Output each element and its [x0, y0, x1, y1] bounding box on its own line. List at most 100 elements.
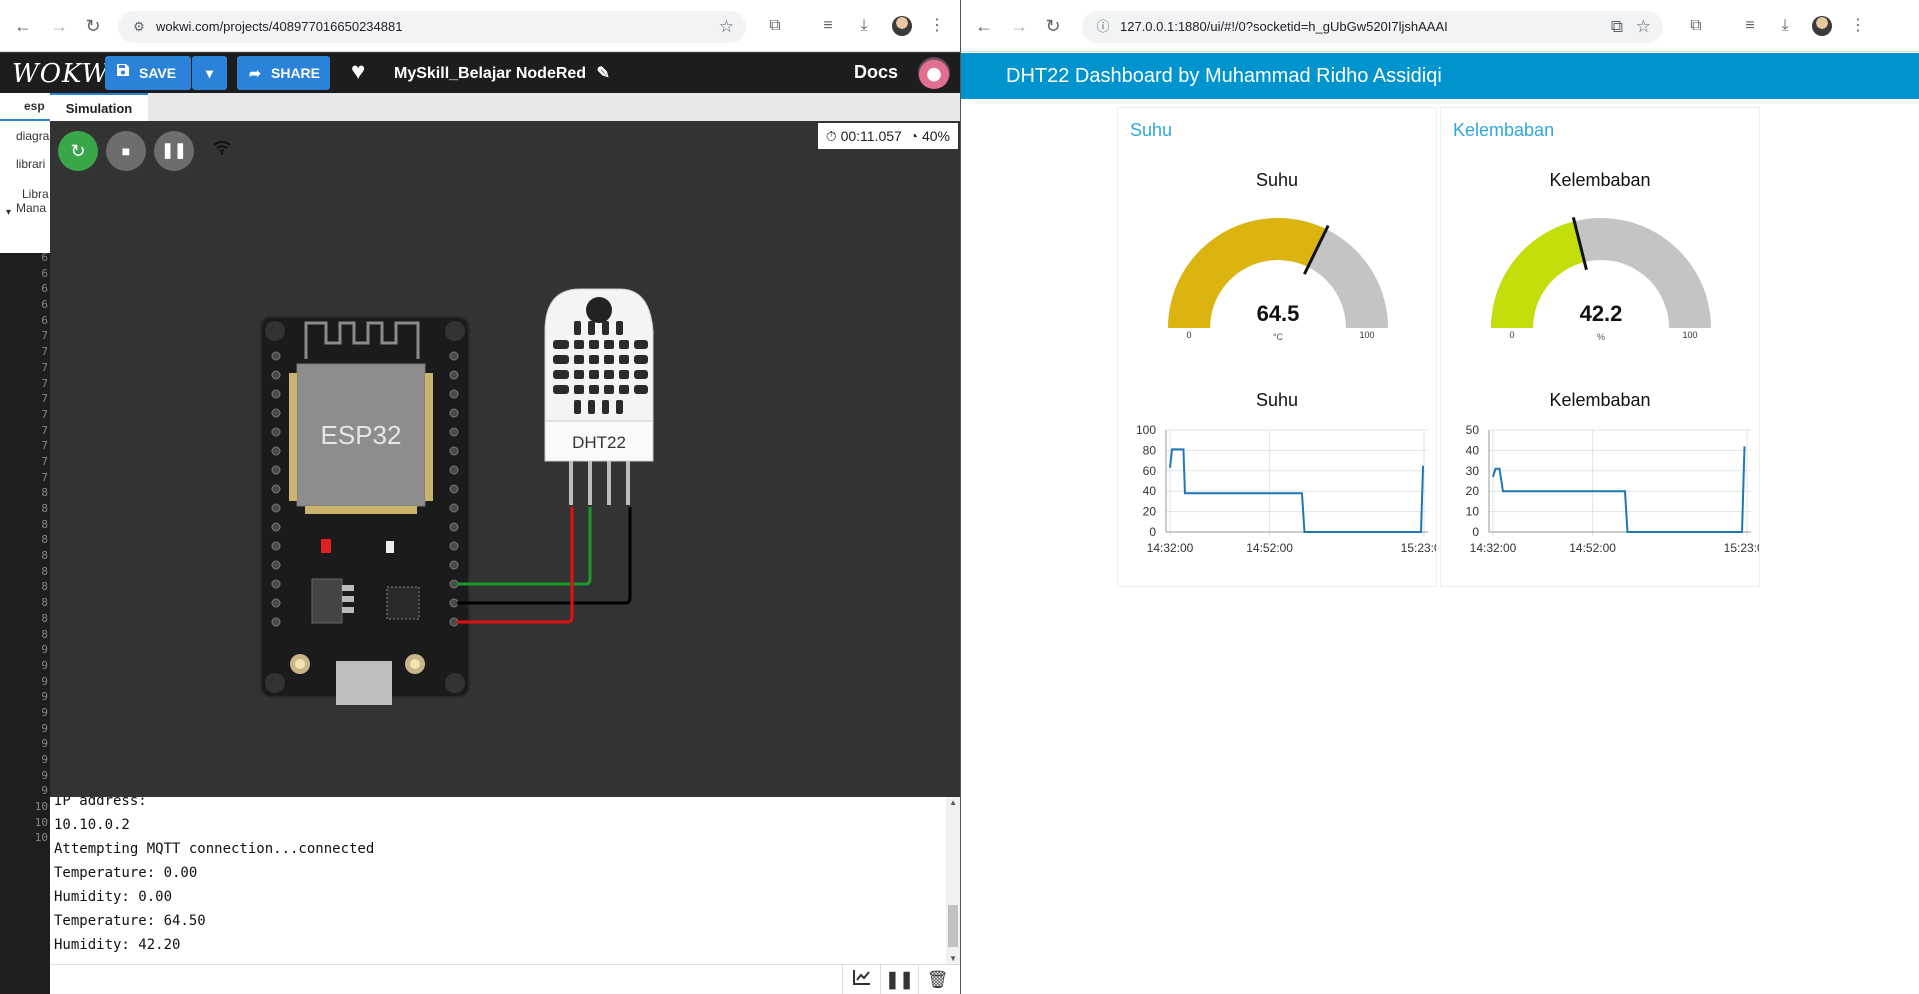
gauge-min-label: 0	[1186, 330, 1191, 340]
line-number: 8	[41, 486, 48, 500]
serial-scrollbar[interactable]: ▲ ▼	[946, 797, 960, 964]
line-number: 9	[41, 753, 48, 766]
chart-suhu: 0 20 40 60 80 100 14:32:00 14:52:00 15:23:00	[1136, 423, 1436, 555]
serial-scrollbar-thumb[interactable]	[948, 905, 958, 947]
line-number: 8	[41, 564, 48, 578]
gauge-kelembaban: 42.2% 0 100	[1491, 217, 1711, 342]
dashboard-browser-window: ← → ↻ ⓘ 127.0.0.1:1880/ui/#!/0?socketid=…	[961, 0, 1919, 994]
chart-series-line	[1169, 448, 1425, 533]
library-manager-label-1[interactable]: Libra	[0, 187, 50, 201]
like-heart-icon[interactable]: ♥	[351, 58, 365, 86]
bookmark-star-icon[interactable]: ☆	[1636, 17, 1651, 37]
chart-ytick-label: 40	[1466, 443, 1480, 457]
line-number: 6	[41, 298, 48, 312]
serial-line: Temperature: 0.00	[54, 865, 198, 881]
site-info-icon[interactable]: ⓘ	[1094, 18, 1112, 36]
reload-icon[interactable]: ↻	[80, 13, 106, 39]
file-tab-diagram[interactable]: diagra	[0, 129, 50, 143]
forward-icon[interactable]: →	[1006, 13, 1032, 39]
chart-ytick-label: 60	[1143, 464, 1157, 478]
chart-title: Suhu	[1255, 390, 1299, 410]
media-control-icon[interactable]: ≡	[816, 14, 840, 38]
wires[interactable]	[457, 507, 632, 624]
dashboard-title: DHT22 Dashboard by Muhammad Ridho Assidi…	[1006, 65, 1442, 87]
user-avatar[interactable]	[918, 57, 950, 89]
profile-avatar[interactable]	[892, 16, 912, 36]
back-icon[interactable]: ←	[971, 13, 997, 39]
save-dropdown-button[interactable]: ▾	[192, 56, 227, 90]
address-bar[interactable]: ⚙ wokwi.com/projects/408977016650234881 …	[118, 11, 746, 43]
line-number: 8	[41, 580, 48, 594]
line-number: 8	[41, 533, 48, 547]
reload-icon[interactable]: ↻	[1040, 13, 1066, 39]
scroll-down-arrow-icon[interactable]: ▼	[949, 954, 957, 963]
share-button[interactable]: ➦ SHARE	[237, 56, 330, 90]
gauge-value: 42.2	[1580, 301, 1623, 326]
docs-link[interactable]: Docs	[854, 62, 898, 83]
browser-menu-icon[interactable]: ⋮	[925, 14, 949, 38]
line-number: 9	[41, 721, 48, 735]
clear-trash-icon[interactable]: 🗑	[918, 965, 956, 994]
line-number: 6	[41, 251, 48, 264]
tab-simulation[interactable]: Simulation	[50, 93, 148, 121]
chart-ytick-label: 0	[1472, 525, 1479, 539]
line-number: 8	[41, 549, 48, 563]
serial-monitor-footer: ❚❚ 🗑	[50, 964, 960, 994]
line-number: 9	[41, 674, 48, 688]
line-number: 10	[34, 800, 48, 814]
gauge-fill	[1491, 221, 1585, 328]
dht22-sensor[interactable]: DHT22	[544, 288, 654, 505]
forward-icon[interactable]: →	[46, 13, 72, 39]
line-number: 7	[41, 360, 48, 374]
bookmark-star-icon[interactable]: ☆	[719, 17, 734, 37]
line-number: 8	[41, 517, 48, 531]
download-icon[interactable]: ⤓	[1773, 14, 1797, 38]
address-bar[interactable]: ⓘ 127.0.0.1:1880/ui/#!/0?socketid=h_gUbG…	[1082, 11, 1663, 43]
site-info-icon[interactable]: ⚙	[130, 18, 148, 36]
save-label: SAVE	[139, 65, 177, 81]
share-label: SHARE	[271, 65, 321, 81]
line-number: 9	[41, 737, 48, 751]
extensions-icon[interactable]: ⧉	[763, 14, 787, 38]
gauge-title: Suhu	[1255, 170, 1299, 190]
line-number: 8	[41, 596, 48, 610]
dashboard-header: DHT22 Dashboard by Muhammad Ridho Assidi…	[961, 53, 1919, 99]
line-number: 6	[41, 282, 48, 296]
line-number: 7	[41, 423, 48, 437]
line-number: 9	[41, 643, 48, 657]
chart-xtick-label: 14:52:00	[1569, 541, 1616, 555]
extensions-icon[interactable]: ⧉	[1684, 14, 1708, 38]
chart-ytick-label: 40	[1143, 484, 1157, 498]
project-title[interactable]: MySkill_Belajar NodeRed ✎	[394, 63, 610, 83]
esp32-board[interactable]: ESP32	[260, 316, 470, 705]
gauge-max-label: 100	[1682, 330, 1697, 340]
save-button[interactable]: SAVE	[105, 56, 191, 90]
chart-ytick-label: 100	[1136, 423, 1156, 437]
group-kelembaban: Kelembaban Kelembaban 42.2% 0 100 Kelembab…	[1441, 108, 1759, 586]
group-title: Kelembaban	[1453, 120, 1555, 140]
edit-pencil-icon[interactable]: ✎	[597, 65, 610, 82]
back-icon[interactable]: ←	[10, 13, 36, 39]
media-control-icon[interactable]: ≡	[1738, 14, 1762, 38]
caret-down-icon[interactable]: ▾	[0, 207, 50, 218]
browser-menu-icon[interactable]: ⋮	[1846, 14, 1870, 38]
chart-ytick-label: 0	[1149, 525, 1156, 539]
line-number: 9	[41, 705, 48, 719]
gauge-unit: %	[1597, 332, 1605, 342]
plotter-chart-icon[interactable]	[842, 965, 880, 994]
scroll-up-arrow-icon[interactable]: ▲	[949, 798, 957, 807]
pause-serial-icon[interactable]: ❚❚	[880, 965, 918, 994]
line-number: 6	[41, 313, 48, 327]
chart-ytick-label: 80	[1143, 443, 1157, 457]
serial-line: 10.10.0.2	[54, 817, 130, 833]
chart-series-line	[1492, 446, 1746, 533]
file-tab-libraries[interactable]: librari	[0, 157, 50, 171]
line-number: 6	[41, 266, 48, 280]
wokwi-header: WOKWi SAVE ▾ ➦ SHARE ♥ MySkill_Belajar No…	[0, 53, 960, 93]
wokwi-logo[interactable]: WOKWi	[12, 59, 118, 89]
serial-input[interactable]	[50, 965, 838, 994]
download-icon[interactable]: ⤓	[852, 14, 876, 38]
install-app-icon[interactable]: ⧉	[1611, 17, 1623, 37]
file-tab-sketch[interactable]: esp	[0, 99, 50, 121]
profile-avatar[interactable]	[1812, 16, 1832, 36]
